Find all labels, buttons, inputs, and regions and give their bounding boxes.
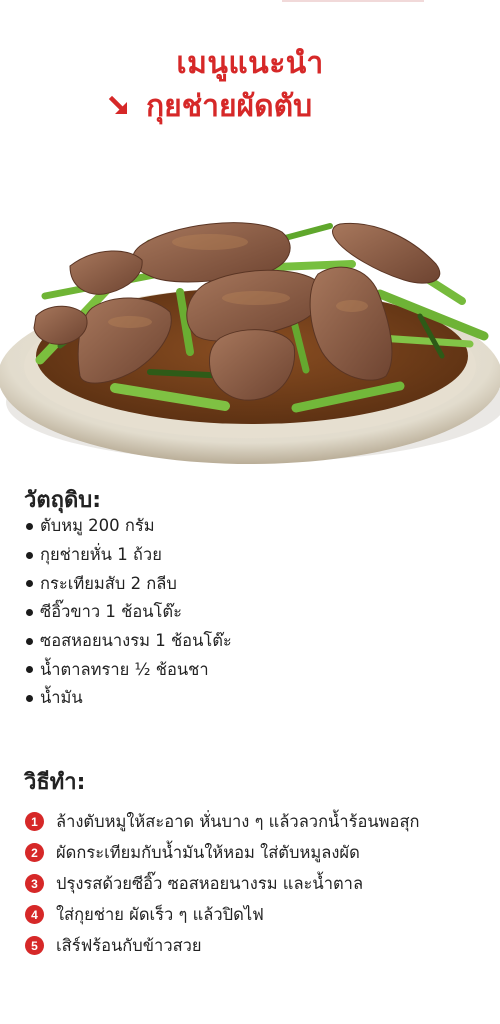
bullet-icon [26,637,33,645]
bullet-icon [26,580,33,588]
ingredient-item: ซอสหอยนางรม 1 ช้อนโต๊ะ [26,627,486,656]
ingredient-text: ซอสหอยนางรม 1 ช้อนโต๊ะ [40,631,232,651]
method-step: 5 เสิร์ฟร้อนกับข้าวสวย [25,930,495,961]
step-text: ล้างตับหมูให้สะอาด หั่นบาง ๆ แล้วลวกน้ำร… [56,811,420,831]
ingredient-item: กระเทียมสับ 2 กลีบ [26,569,486,598]
ingredient-item: ซีอิ๊วขาว 1 ช้อนโต๊ะ [26,598,486,627]
step-text: ผัดกระเทียมกับน้ำมันให้หอม ใส่ตับหมูลงผั… [56,842,360,862]
method-steps: 1 ล้างตับหมูให้สะอาด หั่นบาง ๆ แล้วลวกน้ำ… [25,806,495,961]
ingredient-text: ตับหมู 200 กรัม [40,516,155,536]
step-text: เสิร์ฟร้อนกับข้าวสวย [56,935,202,955]
ingredient-text: กระเทียมสับ 2 กลีบ [40,573,177,593]
method-heading: วิธีทำ: [24,770,86,795]
arrow-down-right-icon [108,95,128,115]
method-step: 1 ล้างตับหมูให้สะอาด หั่นบาง ๆ แล้วลวกน้ำ… [25,806,495,837]
top-divider [282,0,424,2]
step-text: ปรุงรสด้วยซีอิ๊ว ซอสหอยนางรม และน้ำตาล [56,873,364,893]
ingredient-text: ซีอิ๊วขาว 1 ช้อนโต๊ะ [40,602,182,622]
ingredient-text: น้ำมัน [40,688,83,708]
title-dish-name: กุยช่ายผัดตับ [146,88,313,124]
ingredient-item: น้ำตาลทราย ½ ช้อนชา [26,655,486,684]
step-number-badge: 5 [25,936,44,955]
dish-photo [0,222,500,464]
ingredient-item: ตับหมู 200 กรัม [26,512,486,541]
title-dish-row: กุยช่ายผัดตับ [108,86,312,126]
ingredient-text: กุยช่ายหั่น 1 ถ้วย [40,545,162,565]
bullet-icon [26,522,33,530]
step-text: ใส่กุยช่าย ผัดเร็ว ๆ แล้วปิดไฟ [56,904,264,924]
method-step: 3 ปรุงรสด้วยซีอิ๊ว ซอสหอยนางรม และน้ำตาล [25,868,495,899]
ingredient-list: ตับหมู 200 กรัม กุยช่ายหั่น 1 ถ้วย กระเท… [26,512,486,713]
bullet-icon [26,551,33,559]
ingredient-item: น้ำมัน [26,684,486,713]
ingredient-text: น้ำตาลทราย ½ ช้อนชา [40,659,209,679]
title-recommended-menu: เมนูแนะนำ [176,46,324,81]
method-step: 2 ผัดกระเทียมกับน้ำมันให้หอม ใส่ตับหมูลงผ… [25,837,495,868]
ingredient-item: กุยช่ายหั่น 1 ถ้วย [26,541,486,570]
step-number-badge: 4 [25,905,44,924]
step-number-badge: 3 [25,874,44,893]
liver-slices [33,222,441,401]
bullet-icon [26,608,33,616]
bullet-icon [26,666,33,674]
method-step: 4 ใส่กุยช่าย ผัดเร็ว ๆ แล้วปิดไฟ [25,899,495,930]
step-number-badge: 1 [25,812,44,831]
step-number-badge: 2 [25,843,44,862]
bullet-icon [26,694,33,702]
